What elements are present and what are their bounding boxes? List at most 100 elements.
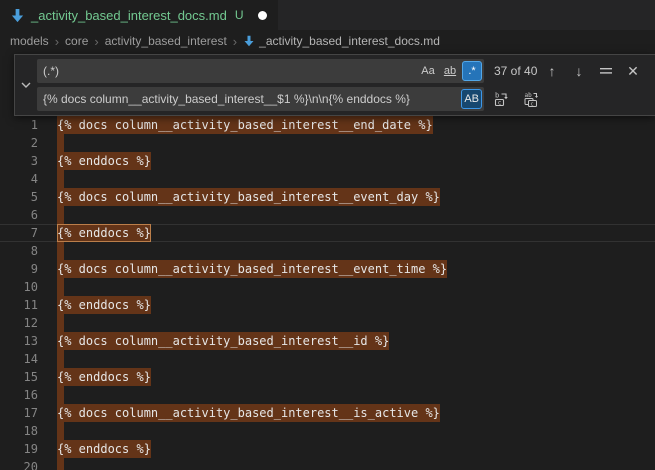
chevron-right-icon: ›	[55, 34, 59, 49]
editor-line[interactable]: 16	[0, 386, 655, 404]
editor-lines: 1{% docs column__activity_based_interest…	[0, 116, 655, 470]
replace-button[interactable]: b c	[492, 89, 512, 109]
editor-line[interactable]: 10	[0, 278, 655, 296]
line-content[interactable]	[38, 386, 64, 404]
editor-line[interactable]: 17 {% docs column__activity_based_interes…	[0, 404, 655, 422]
editor-line[interactable]: 5 {% docs column__activity_based_interest…	[0, 188, 655, 206]
editor-line[interactable]: 4	[0, 170, 655, 188]
find-in-selection-button[interactable]	[596, 61, 616, 81]
editor-tab[interactable]: _activity_based_interest_docs.md U	[0, 0, 278, 30]
line-content[interactable]	[38, 242, 64, 260]
preserve-case-toggle[interactable]: AB	[461, 89, 482, 109]
breadcrumb-item-core[interactable]: core	[65, 34, 88, 48]
line-content[interactable]: {% enddocs %}	[38, 440, 151, 458]
line-number: 17	[0, 404, 38, 422]
line-number: 20	[0, 458, 38, 470]
line-content[interactable]: {% docs column__activity_based_interest_…	[38, 332, 389, 350]
match-highlight: {% docs column__activity_based_interest_…	[57, 332, 389, 350]
close-find-widget-button[interactable]: ✕	[623, 61, 643, 81]
line-number: 9	[0, 260, 38, 278]
match-highlight: {% enddocs %}	[57, 368, 151, 386]
whole-word-label: ab	[444, 65, 456, 77]
breadcrumb-item-models[interactable]: models	[10, 34, 49, 48]
line-content[interactable]	[38, 278, 64, 296]
editor-line[interactable]: 14	[0, 350, 655, 368]
empty-line-match-highlight	[57, 422, 64, 440]
line-content[interactable]	[38, 350, 64, 368]
git-status-badge: U	[235, 8, 244, 22]
editor-line[interactable]: 8	[0, 242, 655, 260]
svg-text:c: c	[498, 100, 502, 107]
empty-line-match-highlight	[57, 242, 64, 260]
find-input[interactable]: (.*) Aa ab .*	[37, 59, 484, 83]
editor-line[interactable]: 15{% enddocs %}	[0, 368, 655, 386]
line-number: 2	[0, 134, 38, 152]
replace-icon: b c	[494, 91, 510, 107]
editor-line[interactable]: 3{% enddocs %}	[0, 152, 655, 170]
line-content[interactable]	[38, 134, 64, 152]
previous-match-button[interactable]: ↑	[542, 61, 562, 81]
line-number: 14	[0, 350, 38, 368]
line-content[interactable]	[38, 458, 64, 470]
modified-indicator-dot[interactable]	[258, 11, 267, 20]
breadcrumb: models › core › activity_based_interest …	[0, 30, 655, 52]
line-content[interactable]	[38, 170, 64, 188]
find-query-text[interactable]: (.*)	[43, 64, 416, 78]
markdown-file-icon	[10, 8, 25, 23]
line-number: 6	[0, 206, 38, 224]
line-number: 5	[0, 188, 38, 206]
match-highlight: {% docs column__activity_based_interest_…	[57, 188, 440, 206]
editor-line[interactable]: 9 {% docs column__activity_based_interest…	[0, 260, 655, 278]
toggle-replace-chevron-icon[interactable]	[18, 77, 34, 93]
editor-line[interactable]: 12	[0, 314, 655, 332]
line-number: 7	[0, 224, 38, 242]
line-content[interactable]: {% enddocs %}	[38, 296, 151, 314]
replace-value-text[interactable]: {% docs column__activity_based_interest_…	[43, 92, 459, 106]
line-number: 11	[0, 296, 38, 314]
line-content[interactable]: {% docs column__activity_based_interest_…	[38, 260, 447, 278]
arrow-down-icon: ↓	[576, 64, 583, 78]
match-case-toggle[interactable]: Aa	[418, 61, 438, 81]
editor-line[interactable]: 19{% enddocs %}	[0, 440, 655, 458]
line-content[interactable]: {% docs column__activity_based_interest_…	[38, 188, 440, 206]
editor-line[interactable]: 18	[0, 422, 655, 440]
match-highlight: {% docs column__activity_based_interest_…	[57, 260, 447, 278]
find-row: (.*) Aa ab .* 37 of 40 ↑ ↓ ✕	[37, 58, 649, 84]
line-number: 19	[0, 440, 38, 458]
empty-line-match-highlight	[57, 170, 64, 188]
find-actions: ↑ ↓ ✕	[542, 61, 649, 81]
current-match: {% enddocs %}	[57, 224, 151, 242]
line-content[interactable]: {% docs column__activity_based_interest_…	[38, 116, 433, 134]
line-content[interactable]: {% enddocs %}	[38, 368, 151, 386]
line-content[interactable]: {% docs column__activity_based_interest_…	[38, 404, 440, 422]
empty-line-match-highlight	[57, 278, 64, 296]
breadcrumb-item-activity-based-interest[interactable]: activity_based_interest	[105, 34, 227, 48]
editor-line[interactable]: 20	[0, 458, 655, 470]
tab-filename: _activity_based_interest_docs.md	[31, 8, 227, 23]
breadcrumb-item-file[interactable]: _activity_based_interest_docs.md	[259, 34, 440, 48]
replace-all-button[interactable]: ab c	[522, 89, 542, 109]
selection-lines-icon	[599, 64, 613, 78]
line-content[interactable]	[38, 422, 64, 440]
editor-line[interactable]: 13{% docs column__activity_based_interes…	[0, 332, 655, 350]
match-count: 37 of 40	[494, 64, 537, 78]
empty-line-match-highlight	[57, 350, 64, 368]
empty-line-match-highlight	[57, 458, 64, 470]
match-highlight: {% docs column__activity_based_interest_…	[57, 404, 440, 422]
line-number: 8	[0, 242, 38, 260]
line-content[interactable]	[38, 314, 64, 332]
editor-line[interactable]: 1{% docs column__activity_based_interest…	[0, 116, 655, 134]
empty-line-match-highlight	[57, 134, 64, 152]
replace-input[interactable]: {% docs column__activity_based_interest_…	[37, 87, 484, 111]
next-match-button[interactable]: ↓	[569, 61, 589, 81]
line-content[interactable]: {% enddocs %}	[38, 152, 151, 170]
editor-line[interactable]: 6	[0, 206, 655, 224]
line-content[interactable]: {% enddocs %}	[38, 224, 151, 242]
editor-line[interactable]: 7 {% enddocs %}	[0, 224, 655, 242]
editor-line[interactable]: 11{% enddocs %}	[0, 296, 655, 314]
line-content[interactable]	[38, 206, 64, 224]
whole-word-toggle[interactable]: ab	[440, 61, 460, 81]
editor-line[interactable]: 2	[0, 134, 655, 152]
regex-toggle[interactable]: .*	[462, 61, 482, 81]
svg-text:c: c	[530, 101, 533, 107]
